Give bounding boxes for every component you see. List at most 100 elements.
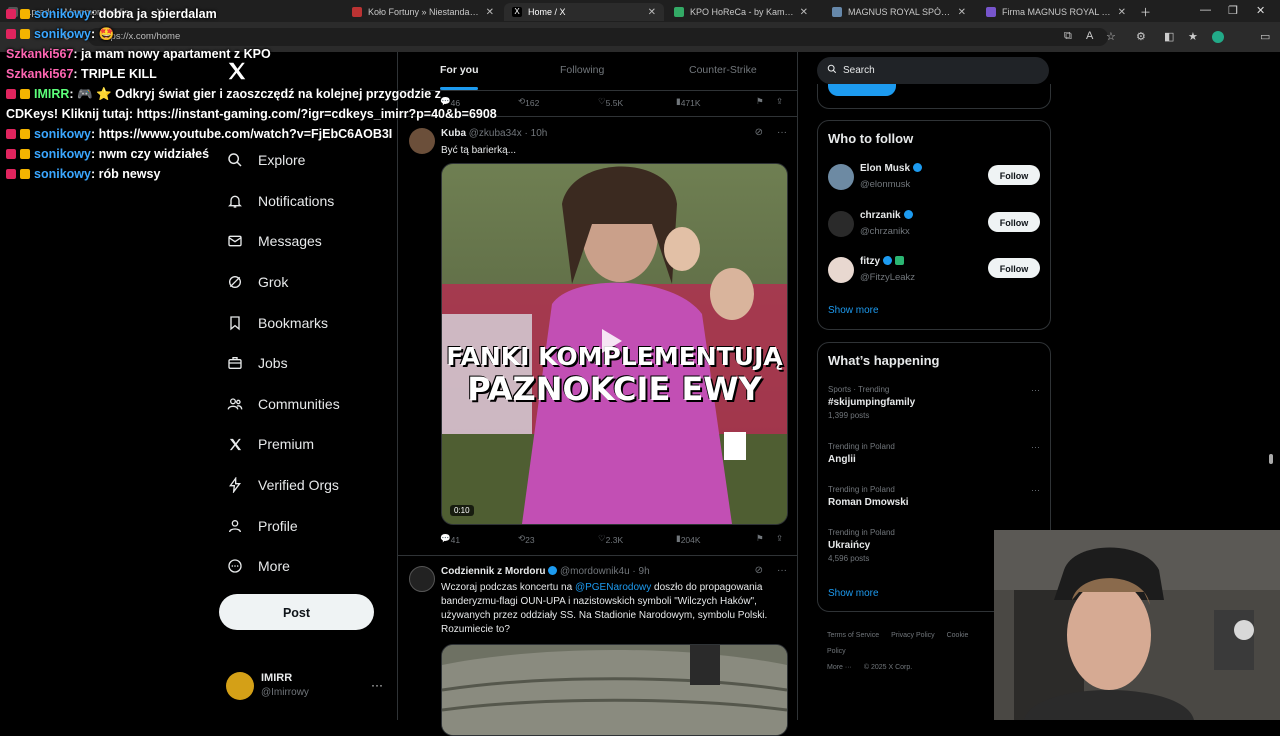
like-action[interactable]: ♡ 2.3K — [598, 533, 623, 545]
more-options-icon[interactable]: ··· — [1031, 385, 1040, 395]
follow-button[interactable]: Follow — [988, 165, 1040, 185]
verified-badge-icon — [548, 566, 558, 575]
new-tab-icon[interactable]: ＋ — [1140, 4, 1151, 20]
more-circle-icon — [226, 557, 244, 575]
tab-following[interactable]: Following — [560, 64, 604, 76]
mention-link[interactable]: @PGENarodowy — [575, 582, 651, 593]
views-action[interactable]: ▮ 204K — [676, 533, 701, 545]
scrollbar[interactable] — [1269, 454, 1273, 464]
nav-messages[interactable]: Messages — [226, 221, 340, 262]
browser-tab[interactable]: KPO HoReCa - by KamieniKupa ✕ — [666, 3, 816, 21]
nav-communities[interactable]: Communities — [226, 384, 340, 425]
more-options-icon[interactable]: ··· — [1031, 442, 1040, 452]
nav-bookmarks[interactable]: Bookmarks — [226, 302, 340, 343]
post-image[interactable] — [441, 644, 788, 736]
people-icon — [226, 395, 244, 413]
repost-action[interactable]: ⟲ 23 — [518, 533, 535, 545]
close-tab-icon[interactable]: ✕ — [648, 7, 656, 18]
more-options-icon[interactable]: ··· — [371, 678, 383, 692]
close-tab-icon[interactable]: ✕ — [800, 7, 808, 18]
verified-badge-icon — [883, 256, 892, 265]
more-options-icon[interactable]: ··· — [777, 565, 787, 576]
like-action[interactable]: ♡ 5.5K — [598, 96, 623, 108]
chat-line: Szkanki567: TRIPLE KILL — [6, 67, 157, 81]
subscribe-button[interactable] — [828, 84, 896, 96]
sidebar-toggle-icon[interactable]: ▭ — [1260, 30, 1270, 43]
bookmark-icon[interactable]: ⚑ — [756, 533, 764, 544]
share-icon[interactable]: ⇪ — [776, 96, 783, 107]
footer-link[interactable]: Terms of Service — [827, 632, 879, 639]
close-tab-icon[interactable]: ✕ — [1118, 7, 1126, 18]
account-switcher[interactable]: IMIRR @Imirrowy ··· — [226, 670, 386, 704]
favorites-icon[interactable]: ★ — [1188, 30, 1198, 43]
post[interactable]: Codziennik z Mordoru @mordownik4u · 9h ⊘… — [398, 558, 797, 736]
follow-suggestion[interactable]: Elon Musk @elonmusk Follow — [828, 161, 1040, 197]
favorite-star-icon[interactable]: ☆ — [1106, 30, 1116, 43]
search-input[interactable]: Search — [817, 57, 1049, 84]
bookmark-icon[interactable]: ⚑ — [756, 96, 764, 107]
follow-button[interactable]: Follow — [988, 212, 1040, 232]
tab-counter-strike[interactable]: Counter-Strike — [689, 64, 757, 76]
avatar[interactable] — [409, 566, 435, 592]
follow-button[interactable]: Follow — [988, 258, 1040, 278]
play-icon[interactable] — [602, 329, 622, 353]
divider — [398, 555, 797, 556]
tab-favicon — [986, 7, 996, 17]
repost-action[interactable]: ⟲ 162 — [518, 96, 539, 108]
open-app-icon[interactable]: ⧉ — [1064, 30, 1072, 43]
close-window-icon[interactable]: ✕ — [1256, 4, 1265, 17]
post-author-handle[interactable]: @mordownik4u — [560, 566, 630, 577]
nav-premium[interactable]: Premium — [226, 424, 340, 465]
bell-icon — [226, 192, 244, 210]
trend-item[interactable]: Sports · Trending #skijumpingfamily 1,39… — [828, 385, 1040, 425]
share-icon[interactable]: ⇪ — [776, 533, 783, 544]
avatar[interactable] — [828, 257, 854, 283]
post-button[interactable]: Post — [219, 594, 374, 630]
post[interactable]: Kuba @zkuba34x · 10h ⊘ ··· Być tą barier… — [398, 120, 797, 553]
follow-suggestion[interactable]: fitzy @FitzyLeakz Follow — [828, 254, 1040, 290]
trend-item[interactable]: Trending in Poland Roman Dmowski ··· — [828, 485, 1040, 525]
reply-action[interactable]: 💬 41 — [440, 533, 460, 545]
nav-verified-orgs[interactable]: Verified Orgs — [226, 465, 340, 506]
x-logo-icon: X — [512, 7, 522, 17]
chat-line: Szkanki567: ja mam nowy apartament z KPO — [6, 47, 271, 61]
post-author-name[interactable]: Codziennik z Mordoru — [441, 566, 545, 577]
post-timestamp[interactable]: · 9h — [632, 566, 649, 577]
subscribe-card — [817, 84, 1051, 109]
views-action[interactable]: ▮ 471K — [676, 96, 701, 108]
more-options-icon[interactable]: ··· — [777, 127, 787, 138]
avatar[interactable] — [828, 164, 854, 190]
grok-icon[interactable]: ⊘ — [755, 565, 763, 576]
follow-suggestion[interactable]: chrzanik @chrzanikx Follow — [828, 208, 1040, 244]
show-more-link[interactable]: Show more — [828, 588, 879, 599]
maximize-icon[interactable]: ❐ — [1228, 4, 1238, 17]
tab-favicon — [832, 7, 842, 17]
profile-avatar-icon[interactable] — [1212, 31, 1224, 43]
avatar[interactable] — [828, 211, 854, 237]
browser-tab[interactable]: MAGNUS ROYAL SPÓŁKA Z OGR ✕ — [824, 3, 974, 21]
post-timestamp[interactable]: · 10h — [525, 128, 548, 139]
read-aloud-icon[interactable]: A — [1086, 30, 1093, 42]
grok-icon[interactable]: ⊘ — [755, 127, 763, 138]
footer-link[interactable]: Privacy Policy — [891, 632, 935, 639]
more-options-icon[interactable]: ··· — [1031, 485, 1040, 495]
trend-item[interactable]: Trending in Poland Anglii ··· — [828, 442, 1040, 482]
browser-tab-active[interactable]: X Home / X ✕ — [504, 3, 664, 21]
nav-notifications[interactable]: Notifications — [226, 181, 340, 222]
nav-jobs[interactable]: Jobs — [226, 343, 340, 384]
close-tab-icon[interactable]: ✕ — [958, 7, 966, 18]
nav-profile[interactable]: Profile — [226, 505, 340, 546]
browser-tab[interactable]: Firma MAGNUS ROYAL SPÓŁKA ✕ — [978, 3, 1134, 21]
split-screen-icon[interactable]: ◧ — [1164, 30, 1174, 43]
footer-link[interactable]: More ··· — [827, 664, 852, 671]
nav-more[interactable]: More — [226, 546, 340, 587]
streamer-webcam-image — [994, 530, 1280, 720]
show-more-link[interactable]: Show more — [828, 305, 879, 316]
extensions-icon[interactable]: ⚙ — [1136, 30, 1146, 43]
webcam-overlay — [994, 530, 1280, 720]
verified-badge-icon — [913, 163, 923, 172]
nav-grok[interactable]: Grok — [226, 262, 340, 303]
minimize-icon[interactable]: — — [1200, 4, 1211, 16]
stadium-image — [442, 645, 787, 735]
post-video[interactable]: FANKI KOMPLEMENTUJĄ PAZNOKCIE EWY 0:10 — [441, 163, 788, 525]
